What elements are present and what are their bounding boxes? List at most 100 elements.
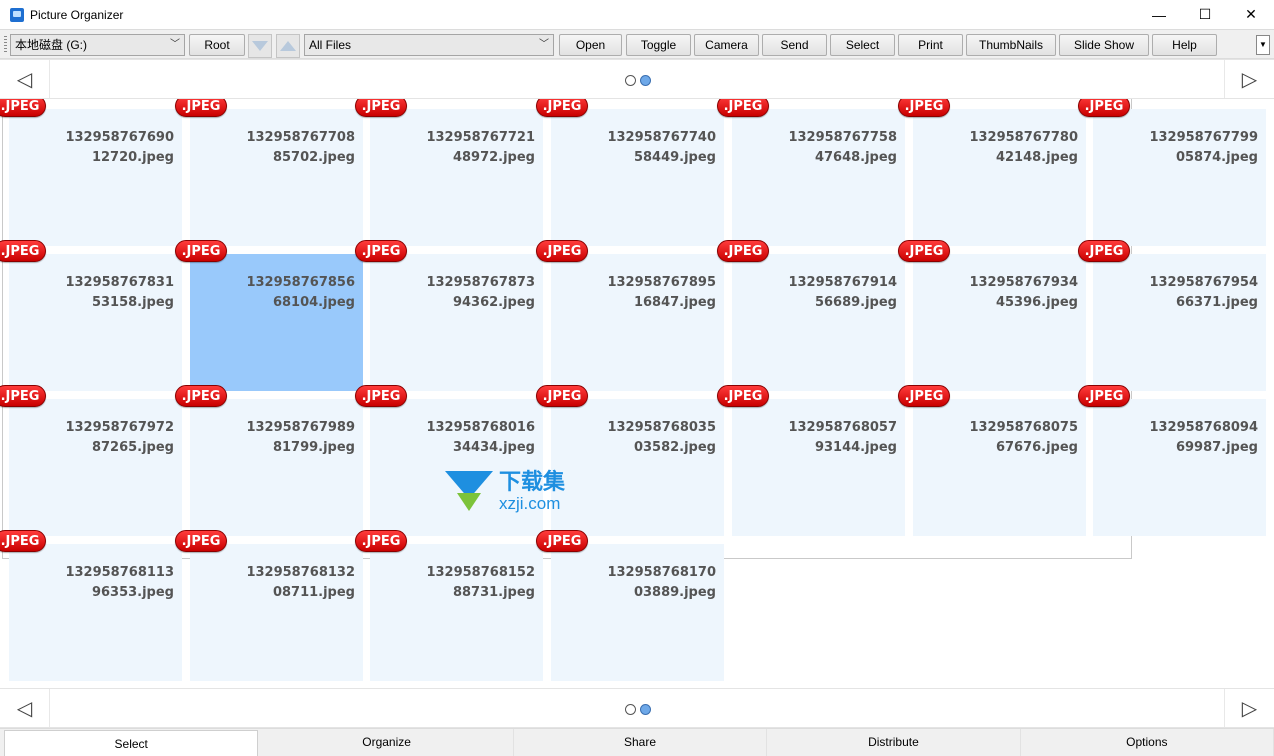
thumbnail-filename: 132958768075 67676.jpeg bbox=[969, 420, 1078, 455]
thumbnail-tile[interactable]: 132958767799 05874.jpeg bbox=[1093, 109, 1266, 246]
thumbnail-filename: 132958767708 85702.jpeg bbox=[246, 130, 355, 165]
thumbnail-tile[interactable]: 132958768057 93144.jpeg bbox=[732, 399, 905, 536]
page-dot-1[interactable] bbox=[625, 704, 636, 715]
move-down-button[interactable] bbox=[248, 34, 272, 58]
jpeg-badge-icon: .JPEG bbox=[1078, 99, 1130, 117]
jpeg-badge-icon: .JPEG bbox=[536, 240, 588, 262]
move-up-button[interactable] bbox=[276, 34, 300, 58]
print-button[interactable]: Print bbox=[898, 34, 963, 56]
toolbar-overflow-button[interactable]: ▼ bbox=[1256, 35, 1270, 55]
thumbnail-tile[interactable]: 132958768035 03582.jpeg bbox=[551, 399, 724, 536]
jpeg-badge-icon: .JPEG bbox=[717, 240, 769, 262]
jpeg-badge-icon: .JPEG bbox=[1078, 385, 1130, 407]
arrow-up-icon bbox=[280, 41, 296, 51]
thumbnail-tile[interactable]: 132958767708 85702.jpeg bbox=[190, 109, 363, 246]
next-page-button[interactable]: ▷ bbox=[1224, 60, 1274, 98]
thumbnail-tile[interactable]: 132958767831 53158.jpeg bbox=[9, 254, 182, 391]
page-dot-1[interactable] bbox=[625, 75, 636, 86]
file-filter-select[interactable]: All Files ﹀ bbox=[304, 34, 554, 56]
thumbnail-filename: 132958767780 42148.jpeg bbox=[969, 130, 1078, 165]
thumbnail-tile[interactable]: 132958767780 42148.jpeg bbox=[913, 109, 1086, 246]
slide-show-button[interactable]: Slide Show bbox=[1059, 34, 1149, 56]
app-icon bbox=[10, 7, 24, 22]
thumbnail-tile[interactable]: 132958767690 12720.jpeg bbox=[9, 109, 182, 246]
camera-button[interactable]: Camera bbox=[694, 34, 759, 56]
page-dot-2[interactable] bbox=[640, 75, 651, 86]
toolbar-grip-icon[interactable] bbox=[4, 36, 7, 54]
jpeg-badge-icon: .JPEG bbox=[898, 240, 950, 262]
drive-select[interactable]: 本地磁盘 (G:) ﹀ bbox=[10, 34, 185, 56]
jpeg-badge-icon: .JPEG bbox=[355, 99, 407, 117]
jpeg-badge-icon: .JPEG bbox=[717, 385, 769, 407]
thumbnail-tile[interactable]: 132958768075 67676.jpeg bbox=[913, 399, 1086, 536]
thumbnail-tile[interactable]: 132958767895 16847.jpeg bbox=[551, 254, 724, 391]
thumbnail-tile[interactable]: 132958767758 47648.jpeg bbox=[732, 109, 905, 246]
send-button[interactable]: Send bbox=[762, 34, 827, 56]
tab-distribute[interactable]: Distribute bbox=[767, 729, 1021, 756]
watermark-logo-icon bbox=[445, 471, 493, 513]
bottom-page-nav: ◁ ▷ bbox=[0, 688, 1274, 728]
jpeg-badge-icon: .JPEG bbox=[0, 385, 46, 407]
thumbnail-tile[interactable]: 132958767954 66371.jpeg bbox=[1093, 254, 1266, 391]
thumbnail-filename: 132958767740 58449.jpeg bbox=[607, 130, 716, 165]
toolbar: 本地磁盘 (G:) ﹀ Root All Files ﹀ Open Toggle… bbox=[0, 29, 1274, 59]
thumbnail-tile[interactable]: 132958768132 08711.jpeg bbox=[190, 544, 363, 681]
thumbnail-tile[interactable]: 132958767721 48972.jpeg bbox=[370, 109, 543, 246]
thumbnail-tile[interactable]: 132958767989 81799.jpeg bbox=[190, 399, 363, 536]
jpeg-badge-icon: .JPEG bbox=[355, 530, 407, 552]
thumbnail-tile[interactable]: 132958768170 03889.jpeg bbox=[551, 544, 724, 681]
tab-organize[interactable]: Organize bbox=[260, 729, 514, 756]
thumbnail-tile[interactable]: 132958768094 69987.jpeg bbox=[1093, 399, 1266, 536]
watermark-url-text: xzji.com bbox=[499, 494, 561, 513]
thumbnail-filename: 132958767799 05874.jpeg bbox=[1149, 130, 1258, 165]
thumbnail-tile[interactable]: 132958767972 87265.jpeg bbox=[9, 399, 182, 536]
thumbnail-grid: 132958767690 12720.jpeg .JPEG 132958767708… bbox=[0, 99, 1274, 687]
watermark: 下载集 xzji.com bbox=[445, 470, 565, 514]
thumbnail-filename: 132958767873 94362.jpeg bbox=[426, 275, 535, 310]
root-button[interactable]: Root bbox=[189, 34, 245, 56]
tab-select[interactable]: Select bbox=[4, 730, 259, 756]
jpeg-badge-icon: .JPEG bbox=[0, 240, 46, 262]
jpeg-badge-icon: .JPEG bbox=[175, 240, 227, 262]
jpeg-badge-icon: .JPEG bbox=[898, 99, 950, 117]
open-button[interactable]: Open bbox=[559, 34, 622, 56]
thumbnail-tile[interactable]: 132958768152 88731.jpeg bbox=[370, 544, 543, 681]
chevron-down-icon: ﹀ bbox=[170, 39, 180, 50]
thumbnail-filename: 132958767934 45396.jpeg bbox=[969, 275, 1078, 310]
prev-page-button[interactable]: ◁ bbox=[0, 60, 50, 98]
thumbnail-filename: 132958768170 03889.jpeg bbox=[607, 565, 716, 600]
thumbnail-filename: 132958768113 96353.jpeg bbox=[65, 565, 174, 600]
thumbnail-tile[interactable]: 132958767856 68104.jpeg bbox=[190, 254, 363, 391]
jpeg-badge-icon: .JPEG bbox=[898, 385, 950, 407]
thumbnails-button[interactable]: ThumbNails bbox=[966, 34, 1056, 56]
toggle-button[interactable]: Toggle bbox=[626, 34, 691, 56]
minimize-button[interactable]: — bbox=[1136, 0, 1182, 29]
select-button[interactable]: Select bbox=[830, 34, 895, 56]
window-title: Picture Organizer bbox=[30, 7, 124, 22]
tab-options[interactable]: Options bbox=[1021, 729, 1274, 756]
jpeg-badge-icon: .JPEG bbox=[0, 99, 46, 117]
help-button[interactable]: Help bbox=[1152, 34, 1217, 56]
tab-share[interactable]: Share bbox=[514, 729, 768, 756]
chevron-down-icon: ﹀ bbox=[539, 39, 549, 50]
thumbnail-tile[interactable]: 132958767740 58449.jpeg bbox=[551, 109, 724, 246]
jpeg-badge-icon: .JPEG bbox=[536, 99, 588, 117]
thumbnail-tile[interactable]: 132958767934 45396.jpeg bbox=[913, 254, 1086, 391]
page-dot-2[interactable] bbox=[640, 704, 651, 715]
jpeg-badge-icon: .JPEG bbox=[1078, 240, 1130, 262]
prev-page-button[interactable]: ◁ bbox=[0, 689, 50, 727]
thumbnail-tile[interactable]: 132958767914 56689.jpeg bbox=[732, 254, 905, 391]
close-button[interactable]: ✕ bbox=[1228, 0, 1274, 29]
next-page-button[interactable]: ▷ bbox=[1224, 689, 1274, 727]
arrow-down-icon bbox=[252, 41, 268, 51]
thumbnail-filename: 132958767895 16847.jpeg bbox=[607, 275, 716, 310]
thumbnail-tile[interactable]: 132958767873 94362.jpeg bbox=[370, 254, 543, 391]
title-bar: Picture Organizer — ☐ ✕ bbox=[0, 0, 1274, 29]
jpeg-badge-icon: .JPEG bbox=[355, 385, 407, 407]
thumbnail-tile[interactable]: 132958768016 34434.jpeg bbox=[370, 399, 543, 536]
thumbnail-filename: 132958768016 34434.jpeg bbox=[426, 420, 535, 455]
maximize-button[interactable]: ☐ bbox=[1182, 0, 1228, 29]
thumbnail-tile[interactable]: 132958768113 96353.jpeg bbox=[9, 544, 182, 681]
thumbnail-filename: 132958767914 56689.jpeg bbox=[788, 275, 897, 310]
thumbnail-filename: 132958767758 47648.jpeg bbox=[788, 130, 897, 165]
